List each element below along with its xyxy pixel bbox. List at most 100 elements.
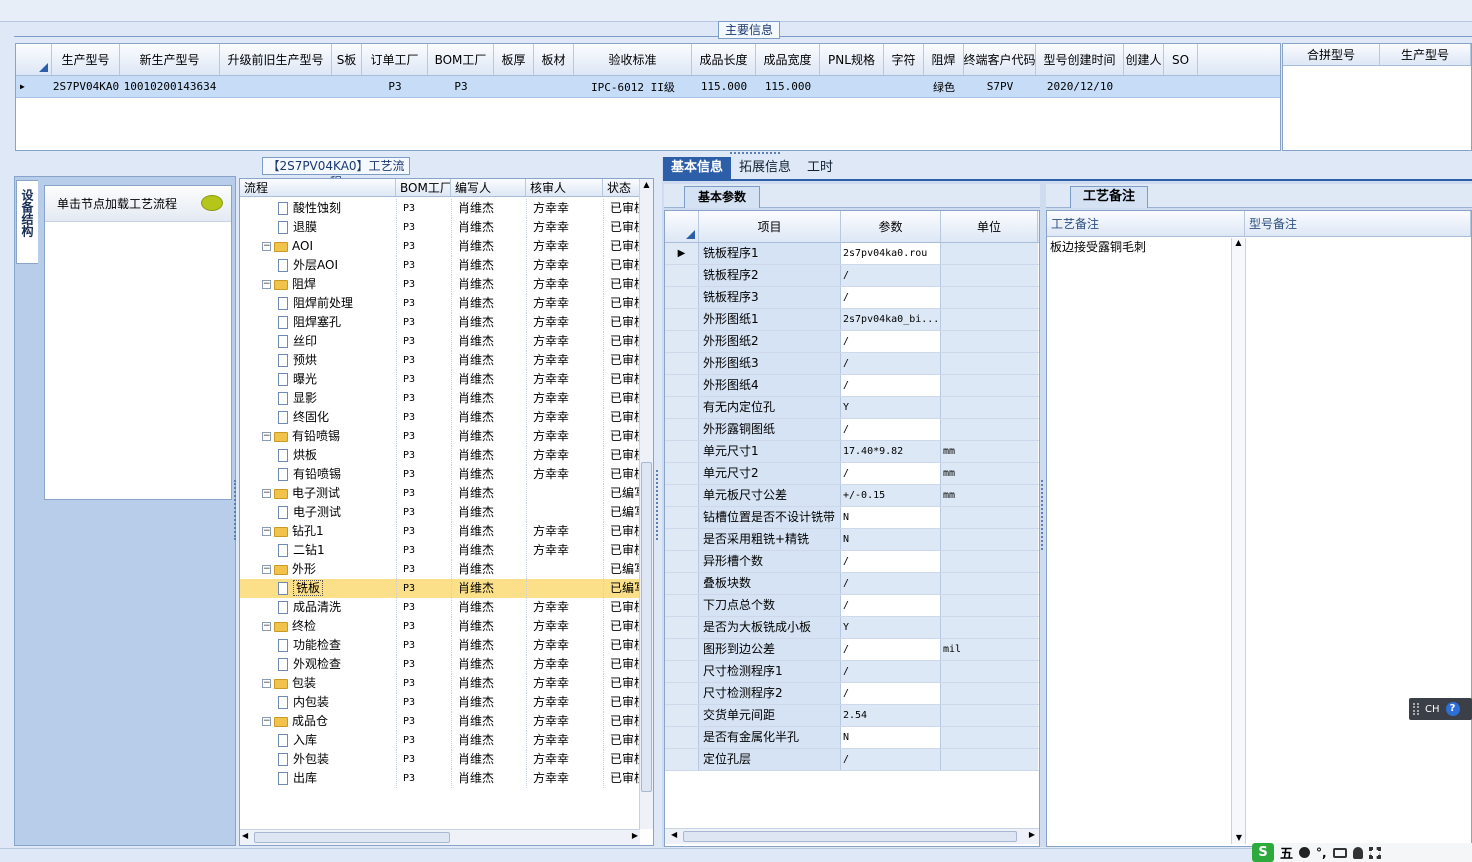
col-header[interactable]: 生产型号 (1380, 44, 1471, 65)
tree-node[interactable]: 终固化 (240, 408, 396, 427)
col-header[interactable]: 成品长度 (692, 44, 756, 75)
param-unit-cell[interactable] (941, 573, 1038, 594)
param-row[interactable]: 是否有金属化半孔 N (665, 727, 1039, 749)
param-row[interactable]: 外形图纸1 2s7pv04ka0_bi... (665, 309, 1039, 331)
tree-item-row[interactable]: 显影 P3肖维杰方幸幸已审核 (240, 389, 640, 408)
tree-node[interactable]: − AOI (240, 237, 396, 256)
tree-item-row[interactable]: 电子测试 P3肖维杰 已编写 (240, 503, 640, 522)
col-header[interactable]: 字符 (884, 44, 924, 75)
col-header[interactable]: 生产型号 (52, 44, 120, 75)
tree-item-row[interactable]: 入库 P3肖维杰方幸幸已审核 (240, 731, 640, 750)
left-collapse-arrow[interactable] (234, 480, 238, 540)
tab-basic-info[interactable]: 基本信息 (663, 157, 732, 179)
scroll-up-icon[interactable]: ▲ (640, 179, 653, 191)
param-unit-cell[interactable]: mm (941, 485, 1038, 506)
param-row[interactable]: 叠板块数 / (665, 573, 1039, 595)
param-row[interactable]: 外形露铜图纸 / (665, 419, 1039, 441)
param-row[interactable]: 交货单元间距 2.54 (665, 705, 1039, 727)
collapse-icon[interactable]: − (262, 242, 271, 251)
notes-tab[interactable]: 工艺备注 (1070, 186, 1148, 208)
tree-item-row[interactable]: 外包装 P3肖维杰方幸幸已审核 (240, 750, 640, 769)
tree-vscroll[interactable]: ▲ (639, 179, 653, 829)
cell[interactable]: 2020/12/10 (1036, 76, 1124, 97)
param-row[interactable]: 是否为大板铣成小板 Y (665, 617, 1039, 639)
tree-node[interactable]: 显影 (240, 389, 396, 408)
tree-node[interactable]: 外观检查 (240, 655, 396, 674)
tree-node[interactable]: 烘板 (240, 446, 396, 465)
param-unit-cell[interactable] (941, 353, 1038, 374)
tree-node[interactable]: − 终检 (240, 617, 396, 636)
tree-node[interactable]: − 外形 (240, 560, 396, 579)
tree-item-row[interactable]: 阻焊前处理 P3肖维杰方幸幸已审核 (240, 294, 640, 313)
tab-work-hours[interactable]: 工时 (799, 157, 841, 179)
param-value-cell[interactable]: 17.40*9.82 (841, 441, 941, 462)
param-row[interactable]: 单元尺寸2/mm (665, 463, 1039, 485)
tree-folder-row[interactable]: − 钻孔1 P3肖维杰方幸幸已审核 (240, 522, 640, 541)
cell[interactable]: 2S7PV04KA0 (52, 76, 120, 97)
param-unit-cell[interactable] (941, 287, 1038, 308)
col-header[interactable]: 板厚 (494, 44, 534, 75)
vertical-tab-device-structure[interactable]: 设备结构 (16, 180, 38, 264)
hscroll-thumb[interactable] (254, 832, 450, 843)
tree-item-row[interactable]: 丝印 P3肖维杰方幸幸已审核 (240, 332, 640, 351)
tree-node[interactable]: − 钻孔1 (240, 522, 396, 541)
tree-node[interactable]: 入库 (240, 731, 396, 750)
notes-grid[interactable]: 工艺备注 型号备注 板边接受露铜毛刺 ▲ ▼ (1046, 210, 1472, 847)
basic-params-tab[interactable]: 基本参数 (684, 186, 760, 208)
param-value-cell[interactable]: / (841, 353, 941, 374)
scroll-down-icon[interactable]: ▼ (1232, 833, 1246, 842)
param-value-cell[interactable]: / (841, 419, 941, 440)
param-row[interactable]: 尺寸检测程序1/ (665, 661, 1039, 683)
tree-node[interactable]: 阻焊前处理 (240, 294, 396, 313)
tree-folder-row[interactable]: − 包装 P3肖维杰方幸幸已审核 (240, 674, 640, 693)
tree-item-row[interactable]: 内包装 P3肖维杰方幸幸已审核 (240, 693, 640, 712)
param-unit-cell[interactable]: mm (941, 463, 1038, 484)
col-header[interactable]: 流程 (240, 179, 396, 196)
param-value-cell[interactable]: 2.54 (841, 705, 941, 726)
param-unit-cell[interactable] (941, 309, 1038, 330)
cell[interactable]: 115.000 (692, 76, 756, 97)
tree-folder-row[interactable]: − AOI P3肖维杰方幸幸已审核 (240, 237, 640, 256)
param-value-cell[interactable]: Y (841, 617, 941, 638)
keyboard-icon[interactable] (1332, 847, 1347, 858)
collapse-icon[interactable]: − (262, 717, 271, 726)
tree-folder-row[interactable]: − 成品仓 P3肖维杰方幸幸已审核 (240, 712, 640, 731)
cell[interactable] (884, 76, 924, 97)
tree-item-row[interactable]: 二钻1 P3肖维杰方幸幸已审核 (240, 541, 640, 560)
scroll-up-icon[interactable]: ▲ (1232, 238, 1245, 247)
tree-node[interactable]: 功能检查 (240, 636, 396, 655)
params-hscroll[interactable]: ◀ ▶ (665, 828, 1039, 844)
param-unit-cell[interactable] (941, 749, 1038, 770)
tree-node[interactable]: 内包装 (240, 693, 396, 712)
tree-item-row[interactable]: 酸性蚀刻 P3肖维杰方幸幸已审核 (240, 199, 640, 218)
param-unit-cell[interactable] (941, 551, 1038, 572)
tree-folder-row[interactable]: − 电子测试 P3肖维杰 已编写 (240, 484, 640, 503)
ime-language-label[interactable]: CH (1425, 704, 1440, 715)
param-unit-cell[interactable] (941, 375, 1038, 396)
cell[interactable]: 绿色 (924, 76, 964, 97)
param-row[interactable]: 定位孔层 / (665, 749, 1039, 771)
cell[interactable] (820, 76, 884, 97)
tree-node[interactable]: 外包装 (240, 750, 396, 769)
param-row[interactable]: 外形图纸3/ (665, 353, 1039, 375)
cell[interactable] (220, 76, 332, 97)
tree-node[interactable]: 退膜 (240, 218, 396, 237)
param-unit-cell[interactable] (941, 529, 1038, 550)
param-unit-cell[interactable] (941, 507, 1038, 528)
param-value-cell[interactable]: N (841, 727, 941, 748)
tree-node[interactable]: 铣板 (240, 579, 396, 598)
cell[interactable]: P3 (428, 76, 494, 97)
tree-node[interactable]: − 有铅喷锡 (240, 427, 396, 446)
cell[interactable]: P3 (362, 76, 428, 97)
param-value-cell[interactable]: / (841, 683, 941, 704)
scroll-right-icon[interactable]: ▶ (632, 831, 638, 840)
tab-extended-info[interactable]: 拓展信息 (731, 157, 799, 179)
basic-params-grid[interactable]: 项目 参数 单位 ▶ 铣板程序1 2s7pv04ka0.rou 铣板程序2/铣板程序3… (664, 210, 1040, 847)
tree-node[interactable]: − 阻焊 (240, 275, 396, 294)
param-value-cell[interactable]: / (841, 463, 941, 484)
col-header[interactable]: 状态 (603, 179, 640, 196)
user-icon[interactable] (1352, 846, 1363, 859)
tree-node[interactable]: 成品清洗 (240, 598, 396, 617)
cell[interactable] (332, 76, 362, 97)
collapse-icon[interactable]: − (262, 280, 271, 289)
